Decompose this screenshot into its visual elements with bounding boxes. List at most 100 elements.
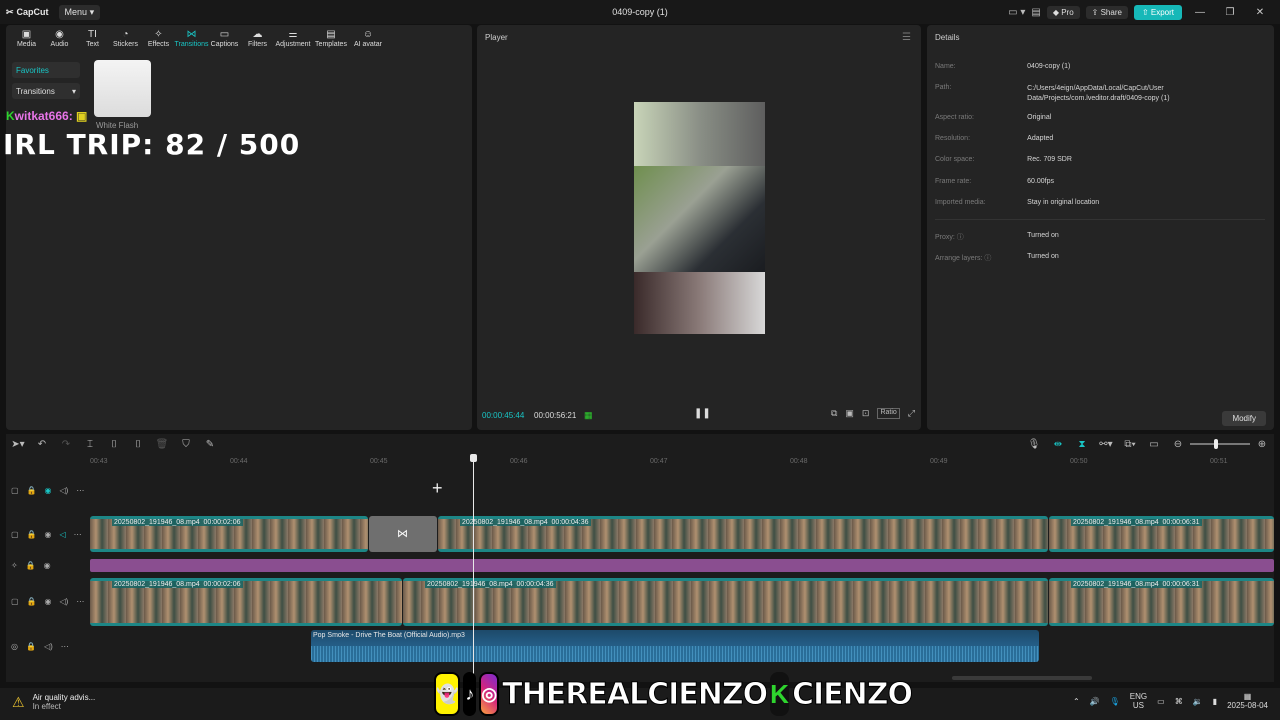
pause-button[interactable]: ❚❚: [694, 408, 711, 419]
lock-icon[interactable]: 🔒: [26, 642, 36, 651]
audio-icon[interactable]: ◁): [44, 642, 53, 651]
fullscreen-icon[interactable]: ⤢: [908, 408, 915, 419]
video-clip[interactable]: 20250802_191946_08.mp4 00:00:02:06: [90, 578, 402, 626]
eye-icon[interactable]: ◉: [44, 561, 51, 570]
track-cover-icon[interactable]: ▢: [11, 486, 19, 495]
player-menu-icon[interactable]: ☰: [902, 32, 911, 43]
split-right-icon[interactable]: ⌷: [126, 439, 150, 450]
link-main-icon[interactable]: ⇹: [1046, 439, 1070, 450]
tool-captions[interactable]: ▭ Captions: [208, 28, 241, 51]
language-indicator[interactable]: ENG US: [1130, 692, 1147, 710]
tool-adjustment[interactable]: ⚌ Adjustment: [274, 28, 312, 51]
eye-icon[interactable]: ◉: [45, 597, 52, 606]
audio-clip[interactable]: Pop Smoke - Drive The Boat (Official Aud…: [311, 630, 1039, 662]
audio-icon[interactable]: ◁: [60, 530, 66, 539]
battery-icon[interactable]: ▮: [1213, 697, 1217, 706]
link-icon[interactable]: ⚯▾: [1094, 439, 1118, 450]
add-track-icon[interactable]: +: [432, 478, 443, 499]
more-icon[interactable]: ⋯: [61, 642, 69, 651]
speaker-tray-icon[interactable]: 🔊: [1090, 697, 1100, 706]
info-icon[interactable]: ⓘ: [957, 234, 964, 241]
redo-icon[interactable]: ↷: [54, 439, 78, 450]
tool-audio[interactable]: ◉ Audio: [43, 28, 76, 51]
tool-templates[interactable]: ▤ Templates: [312, 28, 350, 51]
more-icon[interactable]: ⋯: [76, 597, 84, 606]
detail-row-arrange: Arrange layers: ⓘ Turned on: [935, 253, 1059, 262]
more-icon[interactable]: ⋯: [76, 486, 84, 495]
undo-icon[interactable]: ↶: [30, 439, 54, 450]
shortcuts-icon[interactable]: ▤: [1031, 7, 1040, 18]
more-icon[interactable]: ⋯: [74, 530, 82, 539]
transitions-dropdown[interactable]: Transitions ▾: [12, 83, 80, 99]
video-preview[interactable]: [634, 102, 765, 334]
track-cover-icon[interactable]: ▢: [11, 597, 19, 606]
eye-icon[interactable]: ◉: [45, 530, 52, 539]
white-flash-thumbnail[interactable]: [94, 60, 151, 117]
transition-marker[interactable]: ⋈: [369, 516, 437, 552]
tool-text[interactable]: TI Text: [76, 28, 109, 51]
snapshot-icon[interactable]: ⊡: [862, 408, 870, 419]
layout-icon[interactable]: ▭ ▾: [1008, 7, 1025, 18]
fullres-icon[interactable]: ▣: [845, 408, 854, 419]
effect-clip[interactable]: [90, 559, 1274, 572]
crop-icon[interactable]: ⧉: [831, 408, 837, 419]
delete-icon[interactable]: 🗑: [150, 439, 174, 450]
audio-track-icon[interactable]: ◎: [11, 642, 18, 651]
split-left-icon[interactable]: ⌷: [102, 439, 126, 450]
lock-icon[interactable]: 🔒: [26, 561, 36, 570]
tool-filters[interactable]: ☁ Filters: [241, 28, 274, 51]
network-icon[interactable]: ⌘: [1175, 697, 1183, 706]
audio-icon[interactable]: ◁): [60, 597, 69, 606]
video-clip[interactable]: 20250802_191946_08.mp4 00:00:04:36: [403, 578, 1048, 626]
lock-icon[interactable]: 🔒: [27, 597, 37, 606]
split-icon[interactable]: ⌶: [78, 439, 102, 450]
timeline-scrollbar[interactable]: [952, 676, 1092, 680]
video-clip[interactable]: 20250802_191946_08.mp4 00:00:06:31: [1049, 578, 1274, 626]
favorites-button[interactable]: Favorites: [12, 62, 80, 78]
menu-button[interactable]: Menu ▾: [58, 4, 101, 20]
info-icon[interactable]: ⓘ: [984, 255, 991, 262]
volume-icon[interactable]: 🔉: [1193, 697, 1203, 706]
filters-icon: ☁: [252, 29, 263, 40]
close-icon[interactable]: ✕: [1248, 7, 1272, 18]
chevron-up-icon[interactable]: ⌃: [1073, 697, 1080, 706]
track-cover-icon[interactable]: ▢: [11, 530, 19, 539]
video-clip[interactable]: 20250802_191946_08.mp4 00:00:02:06: [90, 516, 368, 552]
microphone-icon[interactable]: 🎙: [1022, 439, 1046, 450]
edit-icon[interactable]: ✎: [198, 439, 222, 450]
zoom-slider[interactable]: [1190, 439, 1250, 449]
restore-icon[interactable]: ❐: [1218, 7, 1242, 18]
export-button[interactable]: ⇧ Export: [1133, 4, 1182, 20]
eye-icon[interactable]: ◉: [45, 486, 52, 495]
effect-icon[interactable]: ✧: [11, 561, 18, 570]
zoom-out-icon[interactable]: ⊖: [1166, 439, 1190, 450]
playhead[interactable]: [473, 457, 474, 682]
shield-icon[interactable]: ⛉: [174, 439, 198, 450]
tool-media[interactable]: ▣ Media: [10, 28, 43, 51]
zoom-in-icon[interactable]: ⊕: [1250, 439, 1274, 450]
clock[interactable]: ▦ 2025-08-04: [1227, 692, 1268, 710]
lock-icon[interactable]: 🔒: [27, 530, 37, 539]
select-tool-icon[interactable]: ➤▾: [6, 439, 30, 450]
caption-icon[interactable]: ▭: [1142, 439, 1166, 450]
audio-icon[interactable]: ◁): [60, 486, 69, 495]
tool-ai-avatar[interactable]: ☺ AI avatar: [350, 28, 386, 51]
display-icon[interactable]: ▭: [1157, 697, 1165, 706]
share-button[interactable]: ⇪ Share: [1085, 5, 1128, 19]
ratio-button[interactable]: Ratio: [877, 408, 900, 419]
lock-icon[interactable]: 🔒: [27, 486, 37, 495]
minimize-icon[interactable]: —: [1188, 7, 1212, 18]
modify-button[interactable]: Modify: [1222, 411, 1266, 426]
zoom-slider-knob[interactable]: [1214, 439, 1218, 449]
tool-transitions[interactable]: ⋈ Transitions: [175, 28, 209, 51]
preview-axis-icon[interactable]: ⧉▾: [1118, 439, 1142, 450]
magnet-icon[interactable]: ⧗: [1070, 439, 1094, 450]
tool-stickers[interactable]: ◔ Stickers: [109, 28, 142, 51]
tool-effects[interactable]: ✧ Effects: [142, 28, 175, 51]
mic-tray-icon[interactable]: 🎙: [1110, 697, 1120, 706]
video-clip[interactable]: 20250802_191946_08.mp4 00:00:04:36: [438, 516, 1048, 552]
pro-button[interactable]: ◆ Pro: [1046, 5, 1080, 19]
timeline-ruler[interactable]: 00:43 00:44 00:45 00:46 00:47 00:48 00:4…: [90, 456, 1274, 468]
weather-notification[interactable]: ⚠ Air quality advis... In effect: [12, 693, 95, 711]
video-clip[interactable]: 20250802_191946_08.mp4 00:00:06:31: [1049, 516, 1274, 552]
